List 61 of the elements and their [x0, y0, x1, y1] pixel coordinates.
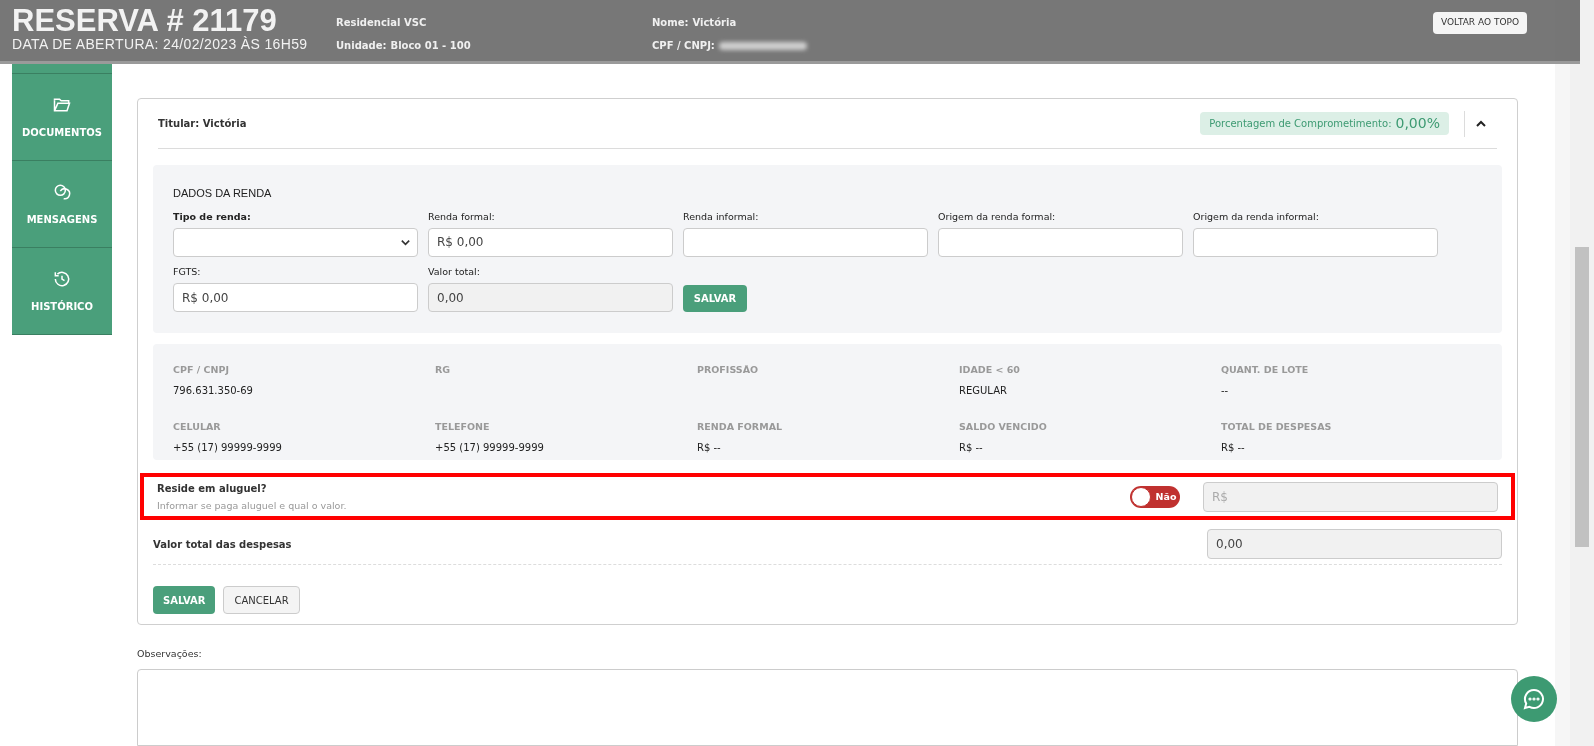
field-value: Residencial VSC [336, 16, 427, 30]
field-label: Nome: [652, 16, 689, 30]
input-field: 0,00 [428, 283, 673, 313]
caret-icon [400, 237, 411, 248]
info-label: IDADE < 60 [959, 363, 1021, 378]
info-label: PROFISSÃO [697, 363, 760, 378]
notes-label: Observações: [137, 646, 203, 661]
cancel-button[interactable]: CANCELAR [223, 586, 300, 615]
info-value: +55 (17) 99999-9999 [435, 441, 545, 456]
info-value: 796.631.350-69 [173, 384, 254, 399]
save-button[interactable]: SALVAR [683, 285, 747, 313]
sidebar-item[interactable]: HISTÓRICO [12, 248, 112, 335]
toggle-switch[interactable]: Não [1130, 485, 1180, 508]
info-value: R$ -- [1221, 441, 1246, 456]
opening-date: DATA DE ABERTURA: 24/02/2023 ÀS 16H59 [12, 36, 309, 52]
sidebar-item-edge[interactable] [12, 64, 112, 74]
save-button[interactable]: SALVAR [153, 586, 216, 615]
field-label: CPF / CNPJ: [652, 39, 715, 53]
field-label: Renda informal: [683, 209, 760, 224]
info-label: TELEFONE [435, 420, 491, 435]
input-field[interactable] [683, 228, 928, 257]
titular-label: Titular: Victória [158, 117, 247, 132]
field-label: FGTS: [173, 265, 202, 279]
back-to-top-button[interactable]: VOLTAR AO TOPO [1433, 12, 1527, 34]
info-value: R$ -- [697, 441, 722, 456]
input-field[interactable]: R$ 0,00 [173, 283, 418, 313]
field-label: Renda formal: [428, 209, 496, 224]
info-label: QUANT. DE LOTE [1221, 363, 1310, 378]
info-value: R$ -- [959, 441, 984, 456]
field-label: Tipo de renda: [173, 209, 252, 224]
field-value: Victória [692, 16, 737, 30]
sidebar-item[interactable]: DOCUMENTOS [12, 74, 112, 161]
input-field[interactable] [938, 228, 1183, 257]
scrollbar[interactable] [1570, 0, 1594, 746]
chat-bubble-icon [1522, 687, 1546, 711]
info-label: TOTAL DE DESPESAS [1221, 420, 1333, 435]
notes-field[interactable] [137, 669, 1518, 746]
field-label: Origem da renda formal: [938, 209, 1057, 224]
info-label: RENDA FORMAL [697, 420, 784, 435]
info-label: CPF / CNPJ [173, 363, 230, 378]
question-label: Reside em aluguel? [157, 481, 268, 496]
info-label: RG [435, 363, 452, 378]
section-title: DADOS DA RENDA [173, 186, 273, 202]
input-field[interactable] [1193, 228, 1438, 257]
total-expenses-label: Valor total das despesas [153, 537, 292, 552]
page-title: RESERVA # 21179 [12, 6, 278, 36]
info-label: CELULAR [173, 420, 222, 435]
input-field[interactable]: R$ 0,00 [428, 228, 673, 257]
info-value: -- [1221, 384, 1230, 399]
info-value: +55 (17) 99999-9999 [173, 441, 283, 456]
info-label: SALDO VENCIDO [959, 420, 1048, 435]
field-value: Bloco 01 - 100 [390, 39, 471, 53]
field-label: Origem da renda informal: [1193, 209, 1320, 224]
field-label: Valor total: [428, 265, 481, 279]
total-expenses-field: 0,00 [1207, 529, 1502, 560]
income-type-select[interactable] [173, 228, 418, 257]
commitment-badge: Porcentagem de Comprometimento: 0,00% [1200, 112, 1449, 136]
field-label: Unidade: [336, 39, 387, 53]
hint-text: Informar se paga aluguel e qual o valor. [157, 498, 347, 513]
sidebar-item[interactable]: MENSAGENS [12, 161, 112, 248]
info-value: REGULAR [959, 384, 1008, 399]
